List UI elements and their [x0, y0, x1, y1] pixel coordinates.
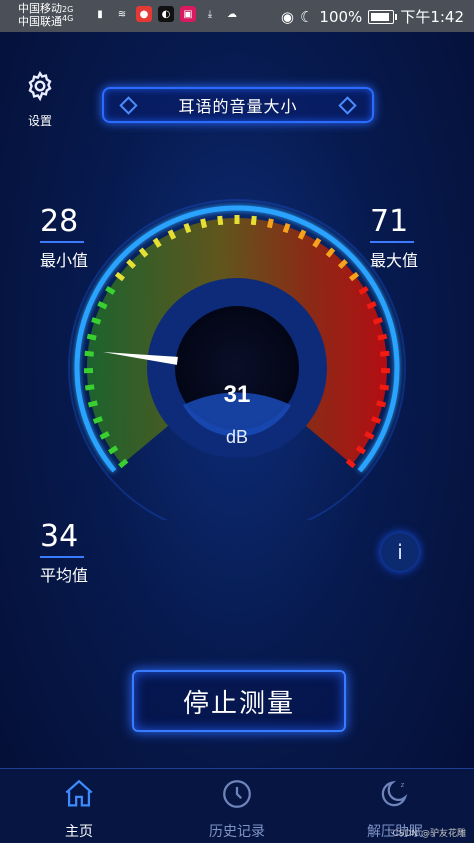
net-type-1: 2G — [62, 5, 73, 14]
tab-history-label: 历史记录 — [187, 821, 287, 841]
status-right: ◉ ☾ 100% 下午1:42 — [281, 6, 464, 27]
stop-measure-button[interactable]: 停止测量 — [132, 670, 346, 732]
mic-icon: ● — [136, 6, 152, 22]
moon-icon: z — [378, 777, 412, 811]
avg-underline — [40, 556, 84, 558]
gauge-tick — [380, 353, 389, 354]
download-icon: ⤓ — [202, 6, 218, 22]
clock-time: 下午1:42 — [400, 6, 464, 27]
cloud-icon: ☁ — [224, 6, 240, 22]
carrier-2: 中国联通 — [18, 15, 62, 28]
gear-icon — [24, 70, 56, 102]
gauge-tick — [285, 224, 288, 233]
wifi-icon: ≋ — [114, 6, 130, 22]
carrier-1: 中国移动 — [18, 2, 62, 15]
moon-icon: ☾ — [300, 8, 313, 26]
page-title: 耳语的音量大小 — [178, 93, 297, 117]
gauge-tick — [253, 216, 254, 225]
battery-percent: 100% — [319, 8, 362, 26]
gauge-tick — [92, 320, 101, 323]
gauge-tick — [85, 353, 94, 354]
title-box: 耳语的音量大小 — [102, 87, 374, 123]
status-bar: 中国移动 中国联通 2G 4G ▮ ≋ ● ◐ ▣ ⤓ ☁ ◉ ☾ 100% 下… — [0, 0, 474, 32]
avg-label: 平均值 — [40, 562, 88, 586]
gauge-tick — [220, 216, 221, 225]
svg-text:z: z — [401, 780, 405, 789]
gauge-tick — [380, 387, 389, 388]
gauge-tick — [378, 336, 387, 338]
net-type-2: 4G — [62, 14, 73, 23]
watermark: CSDN @驴友花雕 — [392, 826, 466, 839]
gauge-tick — [87, 336, 96, 338]
app-icon: ◐ — [158, 6, 174, 22]
gauge-tick — [94, 418, 102, 421]
gauge-tick — [269, 219, 271, 228]
gauge-tick — [186, 224, 189, 233]
home-icon — [62, 777, 96, 811]
gauge-tick — [372, 418, 380, 421]
settings-label: 设置 — [20, 112, 60, 129]
gauge-tick — [368, 303, 376, 307]
carrier-info: 中国移动 中国联通 — [18, 2, 62, 28]
tab-history[interactable]: 历史记录 — [187, 777, 287, 841]
avg-value: 34 — [40, 520, 88, 554]
stop-measure-label: 停止测量 — [183, 683, 295, 720]
gauge-tick — [203, 219, 205, 228]
gauge-tick — [98, 303, 106, 307]
battery-icon — [368, 10, 394, 24]
gauge-unit: dB — [226, 427, 248, 447]
status-icons: ▮ ≋ ● ◐ ▣ ⤓ ☁ — [92, 6, 240, 22]
signal-icon: ▮ — [92, 6, 108, 22]
sound-level-gauge: 31 dB — [0, 180, 474, 520]
clock-icon — [220, 777, 254, 811]
tab-home[interactable]: 主页 — [29, 777, 129, 841]
bottom-tab-bar: 主页 历史记录 z 解压助眠 CSDN @驴友花雕 — [0, 768, 474, 843]
gauge-tick — [377, 403, 386, 405]
diamond-right-icon — [338, 96, 356, 114]
settings-button[interactable]: 设置 — [20, 70, 60, 129]
gauge-tick — [85, 387, 94, 388]
network-type: 2G 4G — [62, 5, 73, 23]
gauge-value: 31 — [224, 381, 251, 408]
diamond-left-icon — [119, 96, 137, 114]
app2-icon: ▣ — [180, 6, 196, 22]
gauge-tick — [374, 320, 383, 323]
eye-icon: ◉ — [281, 8, 294, 26]
info-button[interactable]: i — [381, 533, 419, 571]
gauge-tick — [89, 403, 98, 405]
tab-home-label: 主页 — [29, 821, 129, 841]
info-icon: i — [397, 540, 403, 564]
stat-avg: 34 平均值 — [40, 520, 88, 586]
